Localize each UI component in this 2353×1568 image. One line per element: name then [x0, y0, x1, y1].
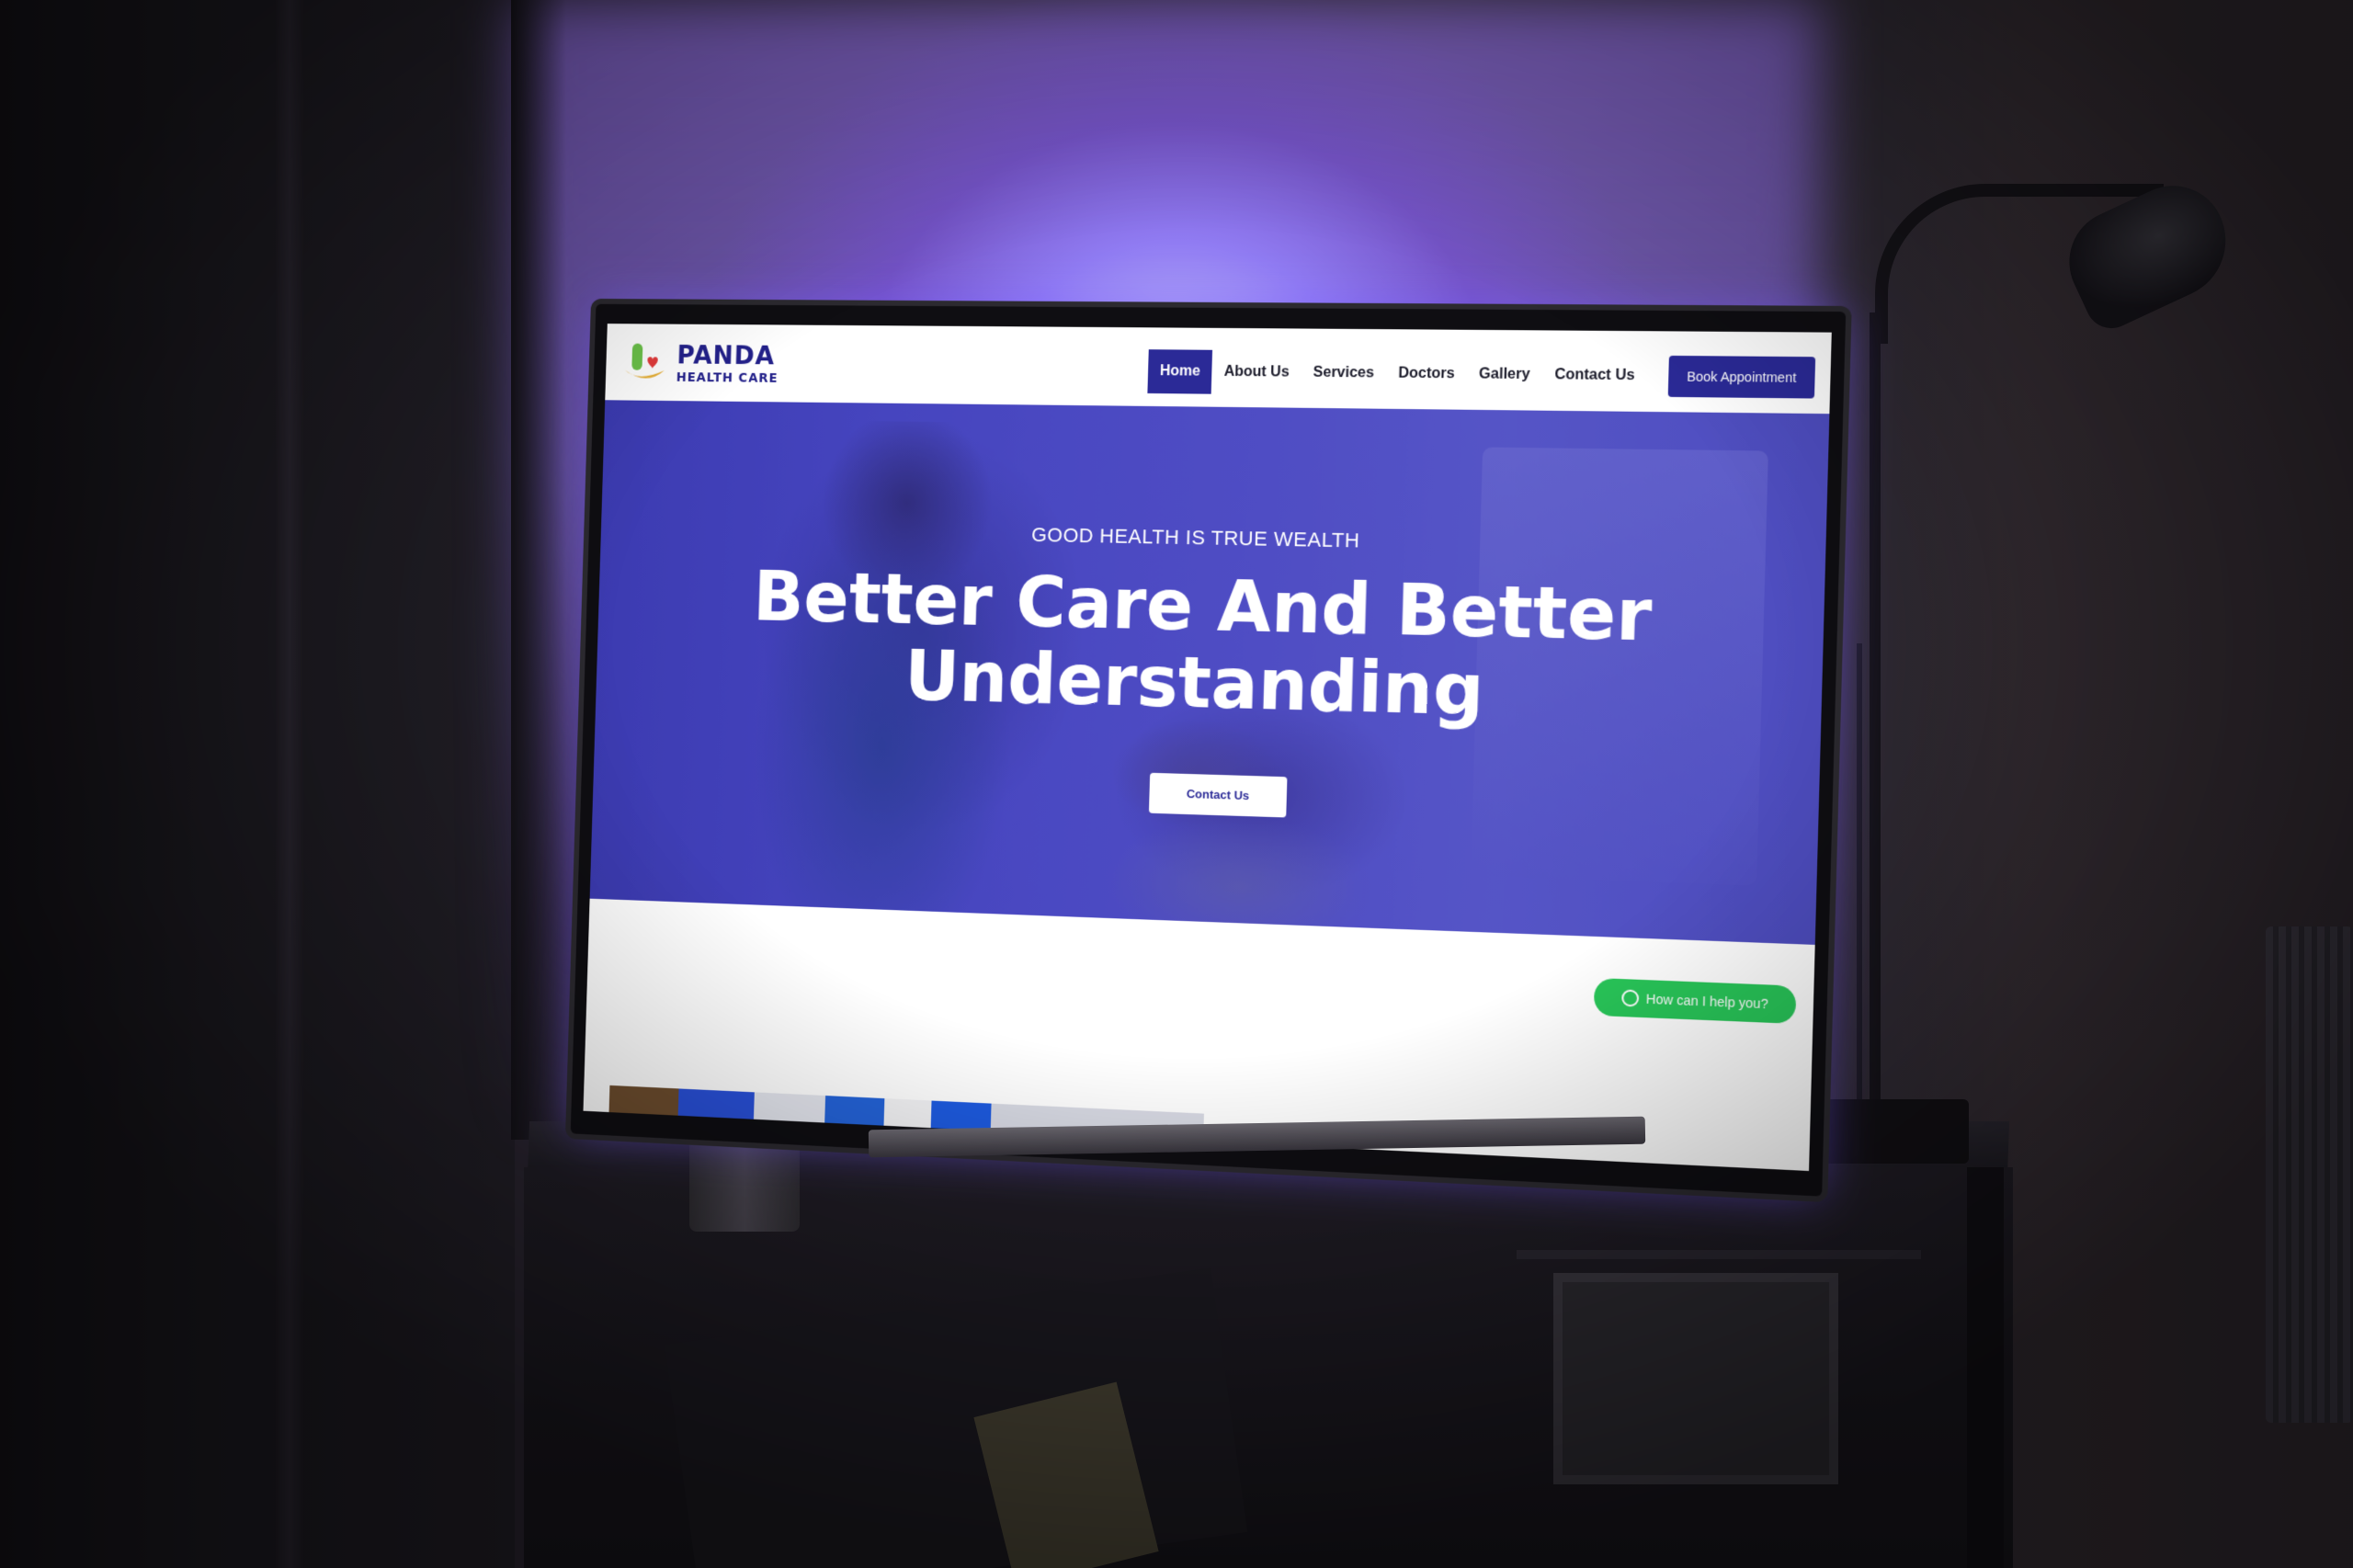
main-nav: Home About Us Services Doctors Gallery C… — [1147, 349, 1647, 398]
hero-contact-button[interactable]: Contact Us — [1148, 772, 1288, 818]
left-wall — [0, 0, 515, 1568]
tv-stand-shelf — [1517, 1250, 1921, 1259]
panda-logo-icon — [624, 343, 665, 379]
lamp-cable — [1857, 643, 1862, 1158]
nav-contact-us[interactable]: Contact Us — [1541, 353, 1647, 399]
whatsapp-icon — [1620, 989, 1639, 1007]
nav-gallery[interactable]: Gallery — [1466, 352, 1542, 397]
room-scene: PANDA HEALTH CARE Home About Us Services… — [0, 0, 2353, 1568]
television: PANDA HEALTH CARE Home About Us Services… — [570, 303, 1847, 1197]
streaming-box — [1803, 1099, 1969, 1164]
logo-title: PANDA — [676, 340, 776, 371]
site-logo[interactable]: PANDA HEALTH CARE — [620, 338, 795, 390]
book-appointment-button[interactable]: Book Appointment — [1667, 355, 1816, 399]
site-navbar: PANDA HEALTH CARE Home About Us Services… — [605, 324, 1832, 415]
door-edge — [276, 0, 303, 1568]
picture-frame — [1553, 1273, 1838, 1484]
nav-services[interactable]: Services — [1301, 351, 1387, 396]
whatsapp-chat-label: How can I help you? — [1645, 991, 1768, 1012]
tv-stand-leg — [1967, 1167, 2004, 1568]
floor-lamp-pole — [1870, 312, 1881, 1121]
wall-shadow — [511, 0, 566, 1140]
nav-about-us[interactable]: About Us — [1211, 350, 1302, 395]
radiator — [2266, 926, 2353, 1423]
nav-home[interactable]: Home — [1147, 349, 1213, 394]
logo-subtitle: HEALTH CARE — [676, 370, 779, 386]
hero-banner: GOOD HEALTH IS TRUE WEALTH Better Care A… — [589, 400, 1830, 945]
nav-doctors[interactable]: Doctors — [1385, 351, 1467, 396]
tv-screen: PANDA HEALTH CARE Home About Us Services… — [583, 324, 1832, 1172]
